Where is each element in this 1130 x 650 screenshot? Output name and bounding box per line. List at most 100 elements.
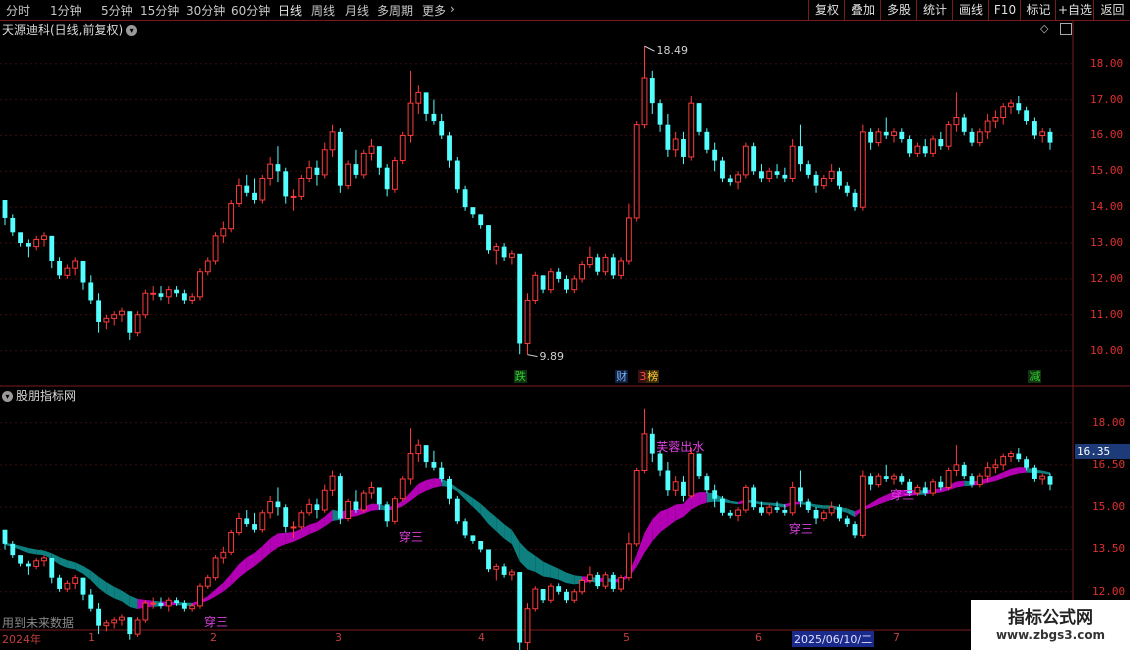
main-candle-body <box>290 195 297 198</box>
main-candle-body <box>1016 103 1022 111</box>
indicator-ribbon-segment <box>1042 470 1050 476</box>
indicator-ribbon-segment <box>465 492 473 507</box>
indicator-axis-tick: 12.00 <box>1092 584 1126 598</box>
main-candle-body <box>415 91 422 104</box>
indicator-candle-body <box>1031 467 1037 479</box>
main-candle-body <box>462 189 468 208</box>
main-candle-body <box>774 171 780 175</box>
indicator-candle-body <box>586 574 593 582</box>
indicator-candle-body <box>602 574 609 587</box>
indicator-ribbon-segment <box>566 572 575 585</box>
indicator-candle-body <box>88 594 94 609</box>
indicator-candle-body <box>579 580 586 593</box>
main-candle-body <box>930 138 936 154</box>
main-candle-body <box>672 138 679 151</box>
indicator-candle-body <box>992 464 999 469</box>
main-candle-body <box>283 171 289 197</box>
indicator-candle-body <box>80 577 86 595</box>
main-candle-body <box>1008 102 1014 108</box>
indicator-ribbon-segment <box>519 542 528 570</box>
main-candle-body <box>852 192 858 208</box>
indicator-candle-body <box>127 617 133 635</box>
indicator-candle-body <box>64 582 71 590</box>
date-axis-label: 2025/06/10/二 <box>792 631 875 647</box>
indicator-pane-title[interactable]: ▾ 股朋指标网 <box>2 387 76 404</box>
indicator-ribbon-segment <box>769 502 778 507</box>
event-tag[interactable]: 减 <box>1028 370 1042 383</box>
main-candle-body <box>1024 110 1030 122</box>
main-candle-body <box>321 149 328 176</box>
event-tag[interactable]: 财 <box>615 370 629 383</box>
indicator-candle-body <box>868 476 874 485</box>
main-axis-tick: 13.00 <box>1090 236 1124 250</box>
main-candle-body <box>579 264 586 280</box>
main-candle-body <box>174 289 179 294</box>
main-candle-body <box>742 145 749 176</box>
main-candle-body <box>914 145 921 154</box>
indicator-candle-body <box>508 571 515 576</box>
indicator-ribbon-segment <box>675 503 684 521</box>
signal-annotation: 穿三 <box>398 530 423 545</box>
dropdown-circle-icon[interactable]: ▾ <box>2 391 13 402</box>
indicator-candle-body <box>283 507 289 527</box>
indicator-ribbon-segment <box>277 532 286 548</box>
main-candle-body <box>571 278 578 291</box>
main-candle-body <box>134 314 141 334</box>
main-candle-body <box>376 146 382 168</box>
main-candle-body <box>789 145 796 179</box>
main-candle-body <box>633 124 640 219</box>
indicator-ribbon-segment <box>472 497 481 515</box>
main-candle-body <box>345 163 352 187</box>
indicator-ribbon-segment <box>543 561 551 578</box>
indicator-candle-body <box>618 577 624 590</box>
main-candle-body <box>1047 131 1053 143</box>
indicator-ribbon-segment <box>987 475 996 483</box>
main-candle-body <box>2 200 8 218</box>
indicator-ribbon-segment <box>527 550 536 573</box>
event-tag[interactable]: 榜 <box>646 370 660 383</box>
indicator-candle-body <box>914 486 921 494</box>
main-candle-body <box>252 192 257 200</box>
main-candle-body <box>828 170 835 179</box>
main-axis-tick: 15.00 <box>1090 164 1124 178</box>
indicator-candle-body <box>399 478 406 500</box>
indicator-ribbon-segment <box>324 509 333 527</box>
indicator-candle-body <box>571 591 578 601</box>
indicator-candle-body <box>1047 476 1053 485</box>
indicator-candle-body <box>1024 459 1030 468</box>
main-candle-body <box>244 185 250 193</box>
indicator-candle-body <box>267 501 274 514</box>
indicator-candle-body <box>595 574 601 587</box>
main-candle-body <box>384 167 390 190</box>
indicator-candle-body <box>423 445 429 463</box>
indicator-candle-body <box>945 470 952 488</box>
indicator-candle-body <box>345 501 352 519</box>
indicator-candle-body <box>657 453 663 471</box>
indicator-ribbon-segment <box>433 478 442 488</box>
main-candle-body <box>360 152 367 176</box>
indicator-ribbon-segment <box>114 586 122 602</box>
signal-annotation: 穿三 <box>203 614 228 629</box>
indicator-candle-body <box>610 574 616 589</box>
main-candle-body <box>423 92 429 114</box>
indicator-ribbon-segment <box>418 480 427 495</box>
indicator-ribbon-segment <box>309 522 317 535</box>
indicator-candle-body <box>805 501 811 510</box>
main-candle-body <box>969 131 975 143</box>
main-candle-body <box>49 235 55 261</box>
event-tag[interactable]: 跌 <box>513 370 527 383</box>
indicator-candle-body <box>774 507 780 510</box>
indicator-candle-body <box>930 481 936 494</box>
main-candle-body <box>984 120 991 133</box>
indicator-candle-body <box>57 577 63 589</box>
main-candle-body <box>407 102 414 136</box>
indicator-candle-body <box>759 507 764 513</box>
indicator-candle-body <box>150 602 157 605</box>
date-axis-label: 7 <box>893 631 900 644</box>
main-candle-body <box>337 131 343 186</box>
indicator-candle-body <box>976 475 983 486</box>
indicator-candle-body <box>236 517 242 534</box>
indicator-candle-body <box>493 565 500 570</box>
indicator-candle-body <box>174 600 179 604</box>
indicator-ribbon-segment <box>644 519 653 553</box>
